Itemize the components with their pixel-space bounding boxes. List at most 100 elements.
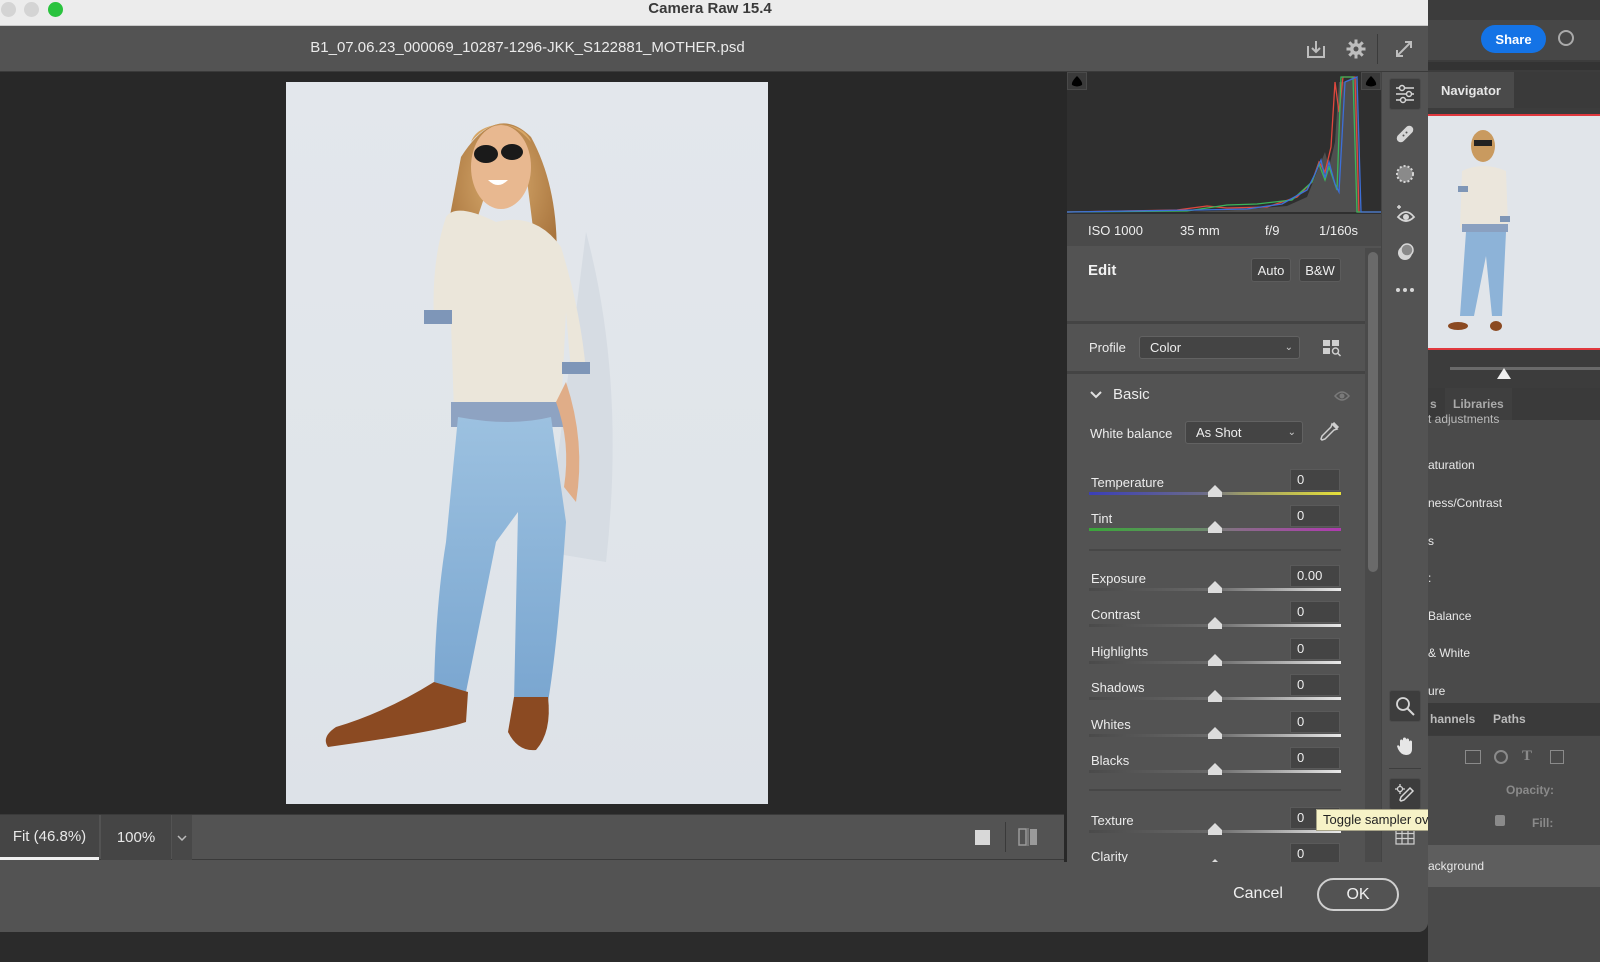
adjustment-layer-icon[interactable] — [1494, 750, 1508, 764]
slider-clarity: Clarity 0 — [1089, 843, 1341, 862]
camera-raw-window: Camera Raw 15.4 B1_07.06.23_000069_10287… — [0, 0, 1428, 932]
type-layer-icon[interactable]: T — [1522, 748, 1532, 765]
basic-title: Basic — [1113, 386, 1150, 403]
image-layer-icon[interactable] — [1465, 750, 1481, 764]
slider-label: Tint — [1091, 511, 1113, 526]
edit-section: Edit Auto B&W — [1067, 248, 1365, 324]
view-divider — [1005, 822, 1006, 852]
adjustment-item[interactable]: ure — [1428, 684, 1445, 698]
slider-tint: Tint 0 — [1089, 505, 1341, 547]
slider-value-input[interactable]: 0 — [1290, 843, 1340, 862]
bw-button[interactable]: B&W — [1299, 258, 1341, 282]
slider-knob[interactable] — [1208, 690, 1222, 702]
chevron-down-icon — [177, 834, 187, 841]
basic-section: Basic White balance As Shot ⌄ Temperatur… — [1067, 377, 1365, 862]
single-view-icon[interactable] — [975, 830, 990, 845]
save-icon[interactable] — [1303, 36, 1329, 62]
hand-icon[interactable] — [1389, 730, 1421, 762]
layer-name: ackground — [1428, 859, 1485, 873]
white-balance-eyedropper-icon[interactable] — [1318, 421, 1340, 443]
slider-label: Contrast — [1091, 607, 1141, 622]
ok-button[interactable]: OK — [1317, 878, 1399, 911]
slider-knob[interactable] — [1208, 859, 1222, 862]
slider-knob[interactable] — [1208, 823, 1222, 835]
share-button[interactable]: Share — [1481, 25, 1546, 53]
edit-icon[interactable] — [1389, 78, 1421, 110]
slider-value-input[interactable]: 0 — [1290, 601, 1340, 623]
slider-label: Temperature — [1091, 475, 1164, 490]
profile-select[interactable]: Color ⌄ — [1139, 336, 1300, 359]
masking-icon[interactable] — [1389, 158, 1421, 190]
preview-image[interactable] — [286, 82, 768, 804]
slider-knob[interactable] — [1208, 654, 1222, 666]
fullscreen-icon[interactable] — [1391, 36, 1417, 62]
visibility-eye-icon[interactable] — [1334, 389, 1350, 401]
window-title: Camera Raw 15.4 — [648, 0, 772, 17]
highlight-clipping-toggle[interactable] — [1361, 72, 1381, 90]
chevron-down-icon: ⌄ — [1284, 342, 1293, 353]
adjustment-item[interactable]: ness/Contrast — [1428, 496, 1502, 510]
adjustment-item[interactable]: Balance — [1428, 609, 1471, 623]
more-icon[interactable] — [1389, 274, 1421, 306]
slider-knob[interactable] — [1208, 617, 1222, 629]
cancel-button[interactable]: Cancel — [1222, 877, 1294, 911]
auto-button[interactable]: Auto — [1251, 258, 1291, 282]
navigator-zoom-slider[interactable] — [1450, 367, 1600, 370]
before-after-icon[interactable] — [1018, 828, 1038, 846]
document-filename: B1_07.06.23_000069_10287-1296-JKK_S12288… — [310, 39, 745, 56]
white-balance-label: White balance — [1090, 426, 1173, 441]
adjustment-item[interactable]: : — [1428, 571, 1431, 585]
slider-knob[interactable] — [1208, 521, 1222, 533]
profile-browser-icon[interactable] — [1322, 339, 1342, 357]
search-icon[interactable] — [1558, 30, 1574, 46]
white-balance-select[interactable]: As Shot ⌄ — [1185, 421, 1303, 444]
slider-value-input[interactable]: 0.00 — [1290, 565, 1340, 587]
slider-value-input[interactable]: 0 — [1290, 638, 1340, 660]
tab-navigator[interactable]: Navigator — [1428, 72, 1514, 108]
section-divider — [1089, 549, 1341, 551]
slider-value-input[interactable]: 0 — [1290, 505, 1340, 527]
slider-value-input[interactable]: 0 — [1290, 469, 1340, 491]
slider-knob[interactable] — [1208, 485, 1222, 497]
collapse-chevron-icon[interactable] — [1089, 388, 1103, 402]
fill-label: Fill: — [1532, 816, 1554, 830]
tab-paths[interactable]: Paths — [1493, 703, 1526, 735]
color-sampler-icon[interactable] — [1389, 778, 1421, 810]
tab-channels[interactable]: hannels — [1430, 703, 1475, 735]
slider-label: Shadows — [1091, 680, 1145, 695]
profile-section: Profile Color ⌄ — [1067, 327, 1365, 374]
slider-value-input[interactable]: 0 — [1290, 747, 1340, 769]
adjustment-item[interactable]: aturation — [1428, 458, 1475, 472]
adjustment-item[interactable]: & White — [1428, 646, 1470, 660]
slider-knob[interactable] — [1208, 581, 1222, 593]
zoom-100-button[interactable]: 100% — [101, 815, 171, 860]
navigator-thumbnail[interactable] — [1428, 114, 1600, 350]
gear-icon[interactable] — [1343, 36, 1369, 62]
zoom-bar: Fit (46.8%) 100% — [0, 814, 1064, 860]
edit-panel: Edit Auto B&W Profile Color ⌄ Basic Whit… — [1067, 248, 1365, 862]
adjustment-item[interactable]: t adjustments — [1428, 412, 1499, 426]
histogram-graph — [1066, 76, 1381, 213]
histogram — [1066, 72, 1381, 214]
slider-value-input[interactable]: 0 — [1290, 711, 1340, 733]
exif-info: ISO 1000 35 mm f/9 1/160s — [1067, 214, 1381, 246]
zoom-dropdown[interactable] — [172, 815, 192, 860]
healing-icon[interactable] — [1389, 118, 1421, 150]
zoom-fit-button[interactable]: Fit (46.8%) — [0, 815, 99, 860]
exif-aperture: f/9 — [1265, 223, 1280, 238]
shadow-clipping-toggle[interactable] — [1067, 72, 1087, 90]
slider-knob[interactable] — [1208, 763, 1222, 775]
navigator-zoom-knob[interactable] — [1497, 368, 1511, 379]
tooltip: Toggle sampler overlay (S) — [1316, 809, 1428, 831]
profile-label: Profile — [1089, 340, 1126, 355]
adjustment-item[interactable]: s — [1428, 534, 1434, 548]
red-eye-icon[interactable] — [1389, 198, 1421, 230]
layer-row-background[interactable]: ackground — [1428, 845, 1600, 887]
presets-icon[interactable] — [1389, 236, 1421, 268]
lock-icon[interactable] — [1495, 815, 1505, 826]
slider-value-input[interactable]: 0 — [1290, 674, 1340, 696]
zoom-icon[interactable] — [1389, 690, 1421, 722]
slider-knob[interactable] — [1208, 727, 1222, 739]
panel-scrollbar-thumb[interactable] — [1368, 252, 1378, 572]
shape-layer-icon[interactable] — [1550, 750, 1564, 764]
